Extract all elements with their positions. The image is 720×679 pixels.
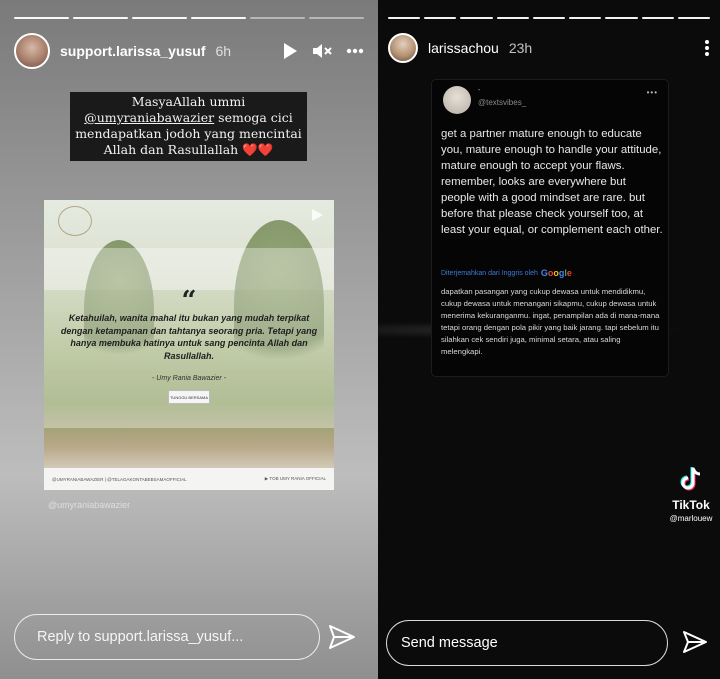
reply-input[interactable]: Reply to support.larissa_yusuf... xyxy=(14,614,320,660)
progress-segment xyxy=(496,17,529,19)
progress-segment xyxy=(388,17,421,19)
tweet-text: get a partner mature enough to educate y… xyxy=(441,128,663,236)
mention-tag[interactable]: @umyraniabawazier xyxy=(48,500,130,510)
progress-segment xyxy=(14,17,69,19)
caption-line1: MasyaAllah ummi xyxy=(131,94,246,109)
progress-segment xyxy=(605,17,638,19)
footer-left: @UMYRANIABAWAZIER | @TELAGAKONTABEBSAMAO… xyxy=(52,476,187,482)
progress-segment xyxy=(132,17,187,19)
progress-segment xyxy=(424,17,457,19)
post-footer: @UMYRANIABAWAZIER | @TELAGAKONTABEBSAMAO… xyxy=(44,468,334,490)
google-logo: Google xyxy=(540,268,572,278)
username[interactable]: support.larissa_yusuf xyxy=(60,43,206,59)
caption-sticker: MasyaAllah ummi @umyraniabawazier semoga… xyxy=(70,92,307,161)
play-icon[interactable] xyxy=(282,42,298,60)
progress-segment xyxy=(73,17,128,19)
progress-segment xyxy=(191,17,246,19)
footer-right: ▶ TOB UMY RANIA OFFICIAL xyxy=(264,476,326,481)
progress-segment xyxy=(569,17,602,19)
avatar[interactable] xyxy=(388,33,418,63)
tweet-avatar xyxy=(443,86,471,114)
caption-mention[interactable]: @umyraniabawazier xyxy=(84,110,214,125)
reply-placeholder: Reply to support.larissa_yusuf... xyxy=(37,629,244,645)
logo xyxy=(58,206,92,236)
post-badge: TUNGGU BERSAMA xyxy=(168,390,210,404)
more-vertical-icon[interactable] xyxy=(704,39,710,57)
tiktok-icon xyxy=(664,466,718,496)
tiktok-brand: TikTok xyxy=(672,498,710,512)
mute-icon[interactable] xyxy=(312,42,332,60)
play-icon[interactable] xyxy=(310,208,324,222)
story-header: support.larissa_yusuf 6h xyxy=(14,33,364,69)
progress-segment xyxy=(250,17,305,19)
post-attribution: - Umy Rania Bawazier - xyxy=(152,375,226,382)
translated-by-label: Diterjemahkan dari Inggris oleh xyxy=(441,269,538,277)
message-input[interactable]: Send message xyxy=(386,620,668,666)
post-time: 6h xyxy=(215,43,232,59)
left-story: support.larissa_yusuf 6h MasyaAllah ummi… xyxy=(0,0,378,679)
translation-label: Diterjemahkan dari Inggris oleh Google xyxy=(441,268,572,278)
tiktok-username: @marlouew xyxy=(669,514,713,523)
avatar[interactable] xyxy=(14,33,50,69)
story-progress-bar xyxy=(388,17,710,19)
progress-segment xyxy=(532,17,566,19)
progress-segment xyxy=(641,17,674,19)
more-icon[interactable] xyxy=(346,48,364,54)
post-quote: Ketahuilah, wanita mahal itu bukan yang … xyxy=(60,313,318,361)
progress-segment xyxy=(677,17,710,19)
tweet-screenshot: - @textsvibes_ ••• get a partner mature … xyxy=(432,80,668,376)
message-placeholder: Send message xyxy=(401,635,498,651)
right-story: larissachou 23h - @textsvibes_ ••• get a… xyxy=(378,0,720,679)
progress-segment xyxy=(309,17,364,19)
username[interactable]: larissachou xyxy=(428,40,499,56)
translation-text: dapatkan pasangan yang cukup dewasa untu… xyxy=(441,287,660,357)
tiktok-watermark: TikTok @marlouew xyxy=(664,466,718,523)
caption-emoji: ❤️❤️ xyxy=(242,142,274,157)
tweet-more-icon: ••• xyxy=(646,88,658,97)
tweet-handle: @textsvibes_ xyxy=(478,98,527,107)
tweet-name: - xyxy=(478,87,481,94)
story-header: larissachou 23h xyxy=(388,33,710,63)
send-icon[interactable] xyxy=(328,624,356,655)
shared-post[interactable]: “ Ketahuilah, wanita mahal itu bukan yan… xyxy=(44,200,334,490)
progress-segment xyxy=(460,17,493,19)
send-icon[interactable] xyxy=(682,630,708,659)
post-time: 23h xyxy=(508,40,533,56)
story-progress-bar xyxy=(14,17,364,19)
